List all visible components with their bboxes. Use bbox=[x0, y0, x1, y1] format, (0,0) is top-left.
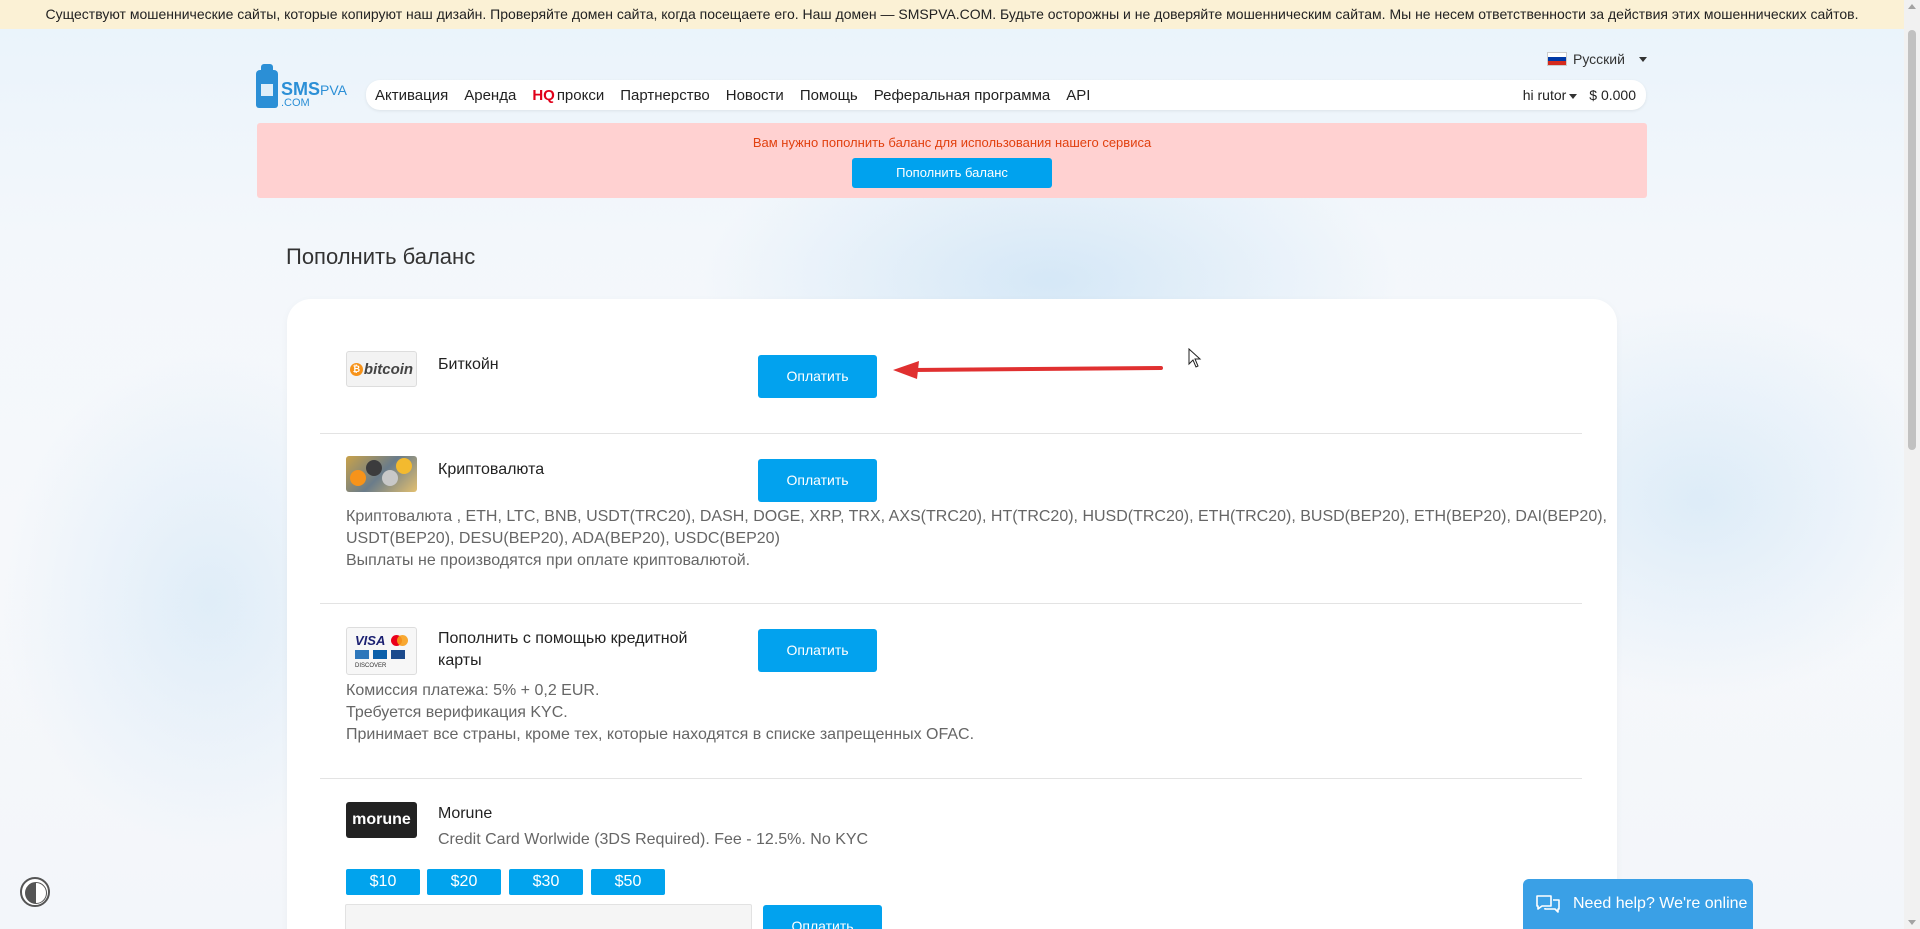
amount-20-button[interactable]: $20 bbox=[427, 869, 501, 895]
pay-crypto-button[interactable]: Оплатить bbox=[758, 459, 877, 502]
nav-item-activation[interactable]: Активация bbox=[375, 87, 448, 104]
help-chat-label: Need help? We're online bbox=[1573, 895, 1748, 912]
hq-badge: HQ bbox=[532, 86, 555, 104]
morune-icon: morune bbox=[346, 802, 417, 838]
morune-amount-input[interactable] bbox=[345, 904, 752, 929]
amount-50-button[interactable]: $50 bbox=[591, 869, 665, 895]
user-menu[interactable]: hi rutor bbox=[1523, 87, 1578, 103]
balance-display[interactable]: $ 0.000 bbox=[1589, 87, 1636, 103]
divider bbox=[320, 778, 1582, 779]
credit-cards-icon: VISA DISCOVER bbox=[346, 627, 417, 675]
main-nav: Активация Аренда HQ прокси Партнерство Но… bbox=[366, 80, 1646, 110]
card-description: Комиссия платежа: 5% + 0,2 EUR. Требуетс… bbox=[346, 682, 975, 743]
method-name-card: Пополнить с помощью кредитной карты bbox=[438, 630, 688, 669]
russia-flag-icon bbox=[1547, 52, 1567, 66]
scroll-down-icon[interactable] bbox=[1908, 920, 1916, 925]
nav-item-proxy[interactable]: HQ прокси bbox=[532, 87, 604, 104]
nav-item-help[interactable]: Помощь bbox=[800, 87, 858, 104]
caret-down-icon bbox=[1569, 93, 1578, 99]
red-arrow-annotation bbox=[893, 361, 1163, 379]
bitcoin-icon: ₿ bitcoin bbox=[346, 351, 417, 387]
mouse-cursor-icon bbox=[1188, 348, 1202, 368]
method-name-bitcoin: Биткойн bbox=[438, 356, 499, 373]
divider bbox=[320, 433, 1582, 434]
payment-methods-card: ₿ bitcoin Биткойн Оплатить Криптовалюта О… bbox=[287, 299, 1617, 929]
bitcoin-logo-icon: ₿ bbox=[349, 362, 363, 376]
sim-card-icon bbox=[256, 64, 278, 108]
scrollbar-thumb[interactable] bbox=[1908, 30, 1916, 450]
nav-item-partnership[interactable]: Партнерство bbox=[620, 87, 710, 104]
scam-warning-banner: Существуют мошеннические сайты, которые … bbox=[0, 0, 1904, 29]
language-label: Русский bbox=[1573, 51, 1625, 67]
nav-item-news[interactable]: Новости bbox=[726, 87, 784, 104]
nav-item-api[interactable]: API bbox=[1066, 87, 1090, 104]
method-name-morune: Morune bbox=[438, 805, 493, 822]
divider bbox=[320, 603, 1582, 604]
language-selector[interactable]: Русский bbox=[1547, 50, 1647, 68]
amount-30-button[interactable]: $30 bbox=[509, 869, 583, 895]
page-title: Пополнить баланс bbox=[286, 244, 476, 269]
scroll-up-icon[interactable] bbox=[1908, 4, 1916, 9]
method-name-crypto: Криптовалюта bbox=[438, 461, 545, 478]
nav-item-referral[interactable]: Реферальная программа bbox=[874, 87, 1050, 104]
amount-10-button[interactable]: $10 bbox=[346, 869, 420, 895]
page-scrollbar[interactable] bbox=[1904, 0, 1920, 929]
site-logo[interactable]: SMSPVA .COM bbox=[256, 64, 352, 109]
chevron-down-icon bbox=[1638, 56, 1647, 62]
alert-text: Вам нужно пополнить баланс для использов… bbox=[752, 135, 1152, 150]
crypto-description: Криптовалюта , ETH, LTC, BNB, USDT(TRC20… bbox=[346, 508, 1607, 569]
crypto-coins-icon bbox=[346, 456, 417, 492]
nav-item-rent[interactable]: Аренда bbox=[464, 87, 516, 104]
morune-description: Credit Card Worlwide (3DS Required). Fee… bbox=[438, 831, 869, 848]
pay-card-button[interactable]: Оплатить bbox=[758, 629, 877, 672]
chat-bubbles-icon bbox=[1536, 895, 1560, 913]
balance-alert: Вам нужно пополнить баланс для использов… bbox=[257, 123, 1647, 198]
pay-morune-button[interactable]: Оплатить bbox=[763, 905, 882, 929]
topup-balance-button[interactable]: Пополнить баланс bbox=[852, 158, 1052, 188]
pay-bitcoin-button[interactable]: Оплатить bbox=[758, 355, 877, 398]
help-chat-widget[interactable]: Need help? We're online bbox=[1523, 879, 1753, 929]
contrast-toggle-icon[interactable] bbox=[20, 877, 50, 907]
